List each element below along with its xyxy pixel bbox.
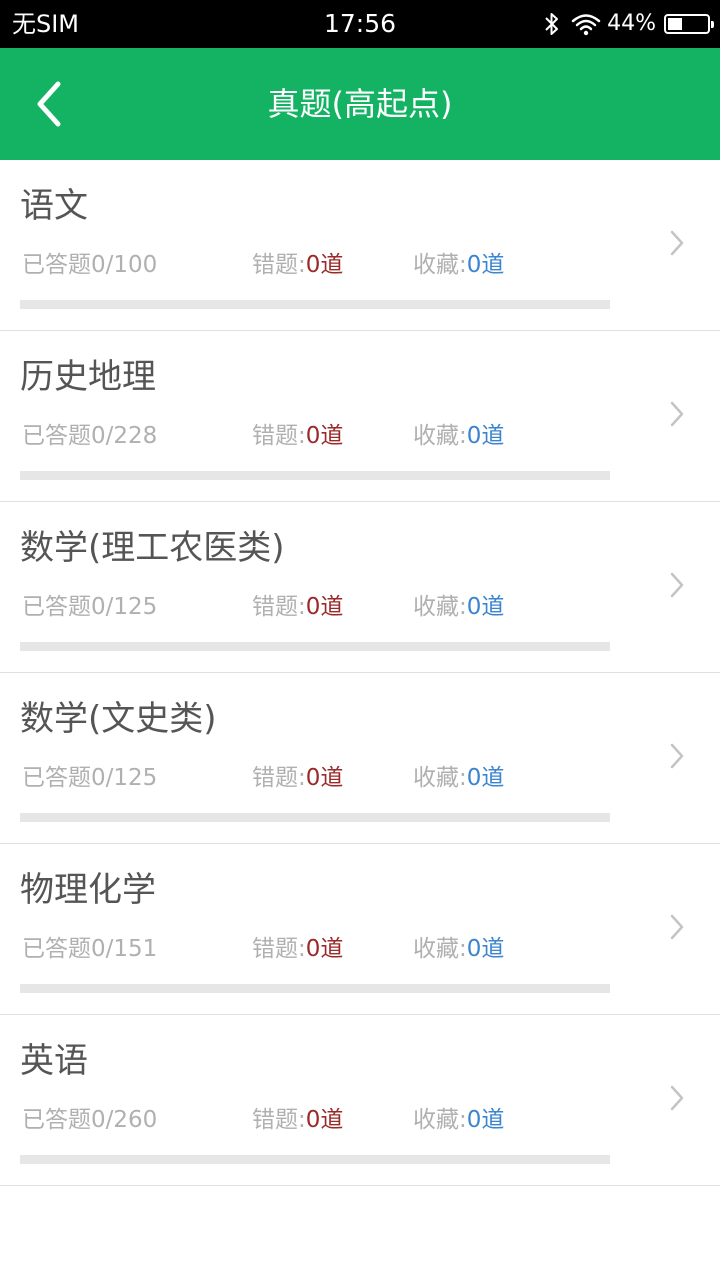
progress-bar [20, 984, 610, 993]
answered-label: 已答题 [22, 252, 91, 278]
chevron-left-icon [37, 81, 61, 127]
wrong-stat: 错题:0道 [252, 419, 343, 453]
favorite-label: 收藏: [413, 1107, 467, 1133]
subject-name: 数学(文史类) [20, 699, 217, 739]
list-item[interactable]: 数学(文史类) 已答题0/125 错题:0道 收藏:0道 [0, 673, 720, 844]
answered-stat: 已答题0/260 [22, 1103, 157, 1137]
subject-name: 英语 [20, 1041, 88, 1081]
status-bar: 无SIM 17:56 44% [0, 0, 720, 48]
favorite-stat: 收藏:0道 [413, 590, 504, 624]
wrong-stat: 错题:0道 [252, 1103, 343, 1137]
progress-bar [20, 642, 610, 651]
nav-bar: 真题(高起点) [0, 48, 720, 160]
progress-bar [20, 471, 610, 480]
answered-label: 已答题 [22, 765, 91, 791]
wrong-stat: 错题:0道 [252, 761, 343, 795]
answered-label: 已答题 [22, 423, 91, 449]
back-button[interactable] [20, 72, 84, 136]
favorite-stat: 收藏:0道 [413, 419, 504, 453]
subject-stats: 已答题0/125 错题:0道 收藏:0道 [0, 761, 640, 795]
answered-stat: 已答题0/151 [22, 932, 157, 966]
list-item[interactable]: 英语 已答题0/260 错题:0道 收藏:0道 [0, 1015, 720, 1186]
list-item[interactable]: 物理化学 已答题0/151 错题:0道 收藏:0道 [0, 844, 720, 1015]
subject-stats: 已答题0/151 错题:0道 收藏:0道 [0, 932, 640, 966]
subject-stats: 已答题0/260 错题:0道 收藏:0道 [0, 1103, 640, 1137]
wrong-stat: 错题:0道 [252, 932, 343, 966]
progress-bar [20, 300, 610, 309]
favorite-value: 0道 [466, 936, 505, 962]
favorite-label: 收藏: [413, 594, 467, 620]
answered-value: 0/228 [91, 423, 158, 449]
favorite-stat: 收藏:0道 [413, 248, 504, 282]
wrong-stat: 错题:0道 [252, 590, 343, 624]
answered-value: 0/125 [91, 594, 158, 620]
wrong-value: 0道 [305, 1107, 344, 1133]
subject-stats: 已答题0/125 错题:0道 收藏:0道 [0, 590, 640, 624]
list-item[interactable]: 数学(理工农医类) 已答题0/125 错题:0道 收藏:0道 [0, 502, 720, 673]
wrong-stat: 错题:0道 [252, 248, 343, 282]
wrong-value: 0道 [305, 252, 344, 278]
wrong-label: 错题: [252, 594, 306, 620]
subject-name: 历史地理 [20, 357, 156, 397]
favorite-stat: 收藏:0道 [413, 1103, 504, 1137]
progress-bar [20, 813, 610, 822]
favorite-value: 0道 [466, 423, 505, 449]
answered-stat: 已答题0/125 [22, 761, 157, 795]
answered-stat: 已答题0/100 [22, 248, 157, 282]
subject-name: 物理化学 [20, 870, 156, 910]
subject-list: 语文 已答题0/100 错题:0道 收藏:0道 历史地理 已答题0/228 错题… [0, 160, 720, 1186]
answered-value: 0/100 [91, 252, 158, 278]
answered-label: 已答题 [22, 594, 91, 620]
chevron-right-icon [670, 743, 684, 769]
wrong-value: 0道 [305, 423, 344, 449]
progress-bar [20, 1155, 610, 1164]
subject-name: 数学(理工农医类) [20, 528, 285, 568]
wrong-value: 0道 [305, 765, 344, 791]
favorite-stat: 收藏:0道 [413, 932, 504, 966]
wrong-value: 0道 [305, 594, 344, 620]
favorite-value: 0道 [466, 765, 505, 791]
bluetooth-icon [545, 13, 559, 35]
answered-label: 已答题 [22, 936, 91, 962]
answered-value: 0/151 [91, 936, 158, 962]
favorite-label: 收藏: [413, 423, 467, 449]
status-indicators: 44% [543, 8, 714, 40]
chevron-right-icon [670, 1085, 684, 1111]
favorite-label: 收藏: [413, 252, 467, 278]
page-title: 真题(高起点) [267, 85, 453, 123]
favorite-value: 0道 [466, 594, 505, 620]
subject-name: 语文 [20, 186, 88, 226]
battery-level [668, 18, 683, 30]
list-item[interactable]: 语文 已答题0/100 错题:0道 收藏:0道 [0, 160, 720, 331]
wrong-label: 错题: [252, 936, 306, 962]
chevron-right-icon [670, 401, 684, 427]
battery-percent: 44% [607, 11, 656, 36]
answered-label: 已答题 [22, 1107, 91, 1133]
answered-stat: 已答题0/228 [22, 419, 157, 453]
battery-icon [664, 14, 714, 34]
favorite-value: 0道 [466, 252, 505, 278]
wrong-label: 错题: [252, 765, 306, 791]
subject-stats: 已答题0/100 错题:0道 收藏:0道 [0, 248, 640, 282]
wrong-label: 错题: [252, 423, 306, 449]
chevron-right-icon [670, 914, 684, 940]
favorite-value: 0道 [466, 1107, 505, 1133]
wrong-label: 错题: [252, 1107, 306, 1133]
answered-stat: 已答题0/125 [22, 590, 157, 624]
favorite-stat: 收藏:0道 [413, 761, 504, 795]
favorite-label: 收藏: [413, 765, 467, 791]
answered-value: 0/125 [91, 765, 158, 791]
answered-value: 0/260 [91, 1107, 158, 1133]
wrong-label: 错题: [252, 252, 306, 278]
wrong-value: 0道 [305, 936, 344, 962]
wifi-icon [571, 14, 601, 36]
chevron-right-icon [670, 230, 684, 256]
list-item[interactable]: 历史地理 已答题0/228 错题:0道 收藏:0道 [0, 331, 720, 502]
favorite-label: 收藏: [413, 936, 467, 962]
subject-stats: 已答题0/228 错题:0道 收藏:0道 [0, 419, 640, 453]
chevron-right-icon [670, 572, 684, 598]
